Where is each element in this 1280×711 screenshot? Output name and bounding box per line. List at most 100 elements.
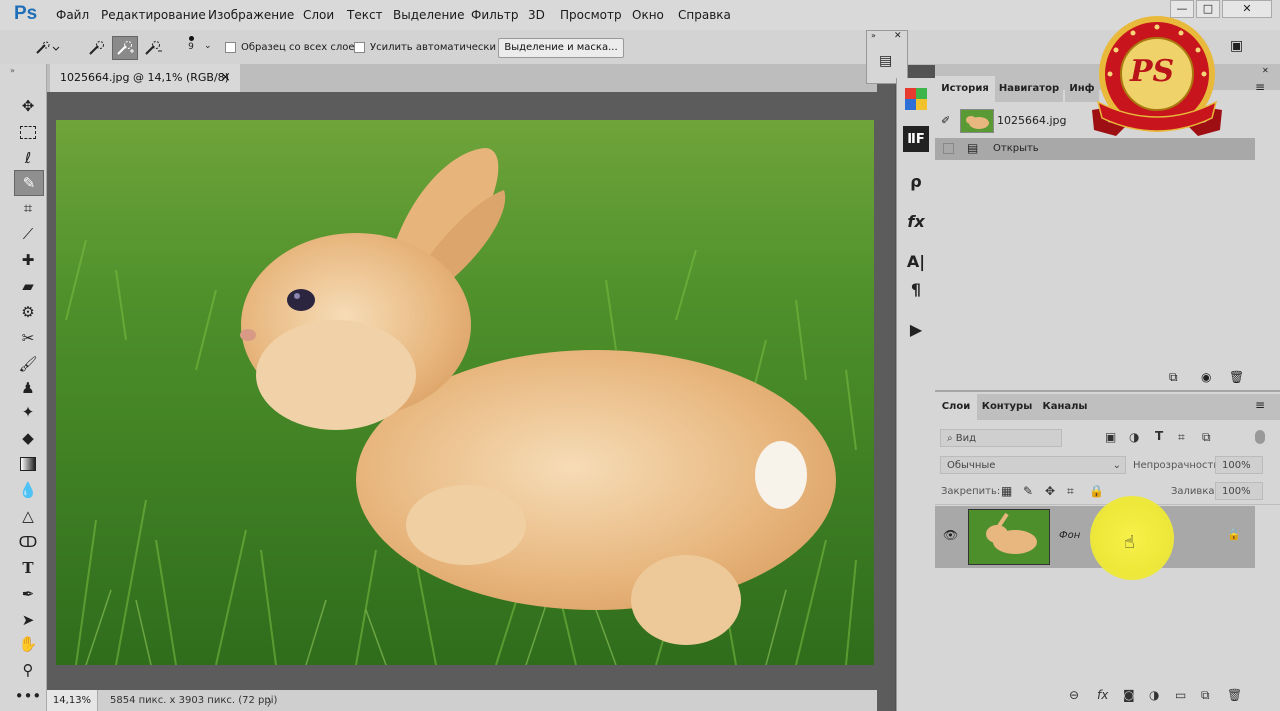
more-tools-icon[interactable]: ••• [14, 684, 42, 708]
close-tab-icon[interactable]: × [220, 64, 231, 92]
close-panel-icon[interactable]: ✕ [1262, 66, 1269, 75]
art-history-brush-icon[interactable]: ✦ [14, 400, 42, 424]
filter-type-icon[interactable]: T [1155, 429, 1163, 443]
menu-window[interactable]: Окно [632, 8, 664, 22]
history-step-open[interactable]: ▤ Открыть [935, 138, 1255, 160]
new-document-from-state-icon[interactable]: ⧉ [1169, 370, 1178, 385]
collapse-arrows-icon[interactable]: » [10, 66, 15, 75]
menu-filter[interactable]: Фильтр [471, 8, 518, 22]
tab-layers[interactable]: Слои [935, 394, 977, 420]
sharpen-tool-icon[interactable]: △ [14, 504, 42, 528]
expand-arrows-icon[interactable]: » [871, 31, 876, 40]
brush-tool-icon-alt[interactable]: ▰ [14, 274, 42, 298]
history-step-checkbox[interactable] [943, 143, 954, 154]
eyedropper-tool-icon[interactable]: ⟋ [14, 222, 42, 246]
checkbox-box[interactable] [225, 42, 236, 53]
rabbit-photo[interactable] [56, 120, 874, 666]
fill-field[interactable]: 100% [1215, 482, 1263, 500]
brush-tool-icon[interactable]: 🖌 [14, 352, 42, 376]
properties-panel-icon[interactable]: ⅡF [903, 126, 929, 152]
menu-type[interactable]: Текст [347, 8, 383, 22]
eye-icon[interactable]: 👁 [943, 528, 958, 542]
tool-preset-picker[interactable] [28, 36, 66, 60]
link-layers-icon[interactable]: ⊖ [1069, 688, 1079, 702]
tab-paths[interactable]: Контуры [979, 394, 1035, 420]
snapshot-camera-icon[interactable]: ◉ [1201, 370, 1211, 384]
group-folder-icon[interactable]: ▭ [1175, 688, 1186, 702]
layer-name[interactable]: Фон [1059, 530, 1080, 541]
marquee-tool-icon[interactable] [14, 120, 42, 144]
sample-all-layers-checkbox[interactable]: Образец со всех слоев [225, 42, 360, 53]
new-selection-button[interactable] [84, 36, 110, 60]
layers-panel-menu-icon[interactable]: ≡ [1255, 398, 1265, 412]
tab-channels[interactable]: Каналы [1037, 394, 1093, 420]
blend-mode-select[interactable]: Обычные ⌄ [940, 456, 1126, 474]
menu-image[interactable]: Изображение [208, 8, 294, 22]
filter-toggle-switch[interactable] [1255, 430, 1265, 444]
menu-file[interactable]: Файл [56, 8, 89, 22]
status-menu-arrow-icon[interactable]: 〉 [267, 694, 277, 709]
workspace-icon[interactable]: ▣ [1230, 38, 1243, 54]
dodge-tool-icon[interactable]: ↀ [14, 530, 42, 554]
lock-transparent-pixels-icon[interactable]: ▦ [1001, 484, 1012, 498]
filter-shape-icon[interactable]: ⌗ [1178, 430, 1185, 445]
color-panel-icon[interactable] [903, 86, 929, 112]
add-to-selection-button[interactable] [112, 36, 138, 60]
device-preview-icon[interactable]: ▤ [879, 53, 892, 69]
tab-history[interactable]: История [935, 76, 995, 102]
auto-enhance-checkbox[interactable]: Усилить автоматически [354, 42, 496, 53]
eraser-tool-icon[interactable]: ◆ [14, 426, 42, 450]
filter-adjustment-icon[interactable]: ◑ [1129, 430, 1139, 444]
history-brush-tool-icon[interactable]: ✂ [14, 326, 42, 350]
filter-smart-object-icon[interactable]: ⧉ [1202, 430, 1211, 445]
layer-style-icon[interactable]: fx [1097, 688, 1108, 702]
filter-pixel-icon[interactable]: ▣ [1105, 430, 1116, 444]
menu-select[interactable]: Выделение [393, 8, 464, 22]
gradient-tool-icon[interactable] [14, 452, 42, 476]
adjustment-layer-icon[interactable]: ◑ [1149, 688, 1159, 702]
lock-artboard-icon[interactable]: ⌗ [1067, 484, 1074, 499]
crop-tool-icon[interactable]: ⌗ [14, 196, 42, 220]
layer-filter-select[interactable]: ⌕ Вид [940, 429, 1062, 447]
lock-all-icon[interactable]: 🔒 [1089, 484, 1104, 498]
menu-edit[interactable]: Редактирование [101, 8, 206, 22]
opacity-field[interactable]: 100% [1215, 456, 1263, 474]
menu-view[interactable]: Просмотр [560, 8, 622, 22]
trash-icon[interactable]: 🗑 [1229, 370, 1244, 384]
history-brush-source-icon[interactable]: ✐ [941, 114, 950, 127]
menu-3d[interactable]: 3D [528, 8, 545, 22]
new-layer-icon[interactable]: ⧉ [1201, 688, 1210, 703]
zoom-level-field[interactable]: 14,13% [47, 690, 98, 711]
select-and-mask-button[interactable]: Выделение и маска... [498, 38, 624, 58]
lock-position-icon[interactable]: ✥ [1045, 484, 1055, 498]
healing-brush-tool-icon[interactable]: ✚ [14, 248, 42, 272]
character-panel-icon[interactable]: A| [903, 248, 929, 274]
paragraph-styles-icon[interactable]: ρ [903, 168, 929, 194]
menu-help[interactable]: Справка [678, 8, 731, 22]
photoshop-logo[interactable]: Ps [14, 3, 37, 25]
stamp-tool-icon[interactable]: ⚙ [14, 300, 42, 324]
menu-layers[interactable]: Слои [303, 8, 334, 22]
quick-selection-tool-icon[interactable]: ✎ [14, 170, 44, 196]
subtract-from-selection-button[interactable] [140, 36, 166, 60]
styles-panel-icon[interactable]: fx [903, 208, 929, 234]
close-panel-icon[interactable]: ✕ [894, 31, 902, 41]
add-mask-icon[interactable]: ◙ [1123, 688, 1135, 702]
tab-navigator[interactable]: Навигатор [995, 76, 1063, 102]
delete-layer-icon[interactable]: 🗑 [1227, 688, 1242, 702]
history-panel-menu-icon[interactable]: ≡ [1255, 80, 1265, 94]
clone-stamp-tool-icon[interactable]: ♟ [14, 376, 42, 400]
lock-image-pixels-icon[interactable]: ✎ [1023, 484, 1033, 498]
move-tool-icon[interactable]: ✥ [14, 94, 42, 118]
hand-tool-icon[interactable]: ✋ [14, 632, 42, 656]
paragraph-panel-icon[interactable]: ¶ [903, 276, 929, 302]
blur-tool-icon[interactable]: 💧 [14, 478, 42, 502]
type-tool-icon[interactable]: T [14, 556, 42, 580]
checkbox-box[interactable] [354, 42, 365, 53]
zoom-tool-icon[interactable]: ⚲ [14, 658, 42, 682]
lasso-tool-icon[interactable]: ℓ [14, 146, 42, 170]
layer-thumbnail[interactable] [968, 509, 1050, 565]
close-window-button[interactable]: ✕ [1222, 0, 1272, 18]
actions-panel-icon[interactable]: ▶ [903, 316, 929, 342]
brush-size-picker[interactable]: 9 [184, 34, 198, 52]
